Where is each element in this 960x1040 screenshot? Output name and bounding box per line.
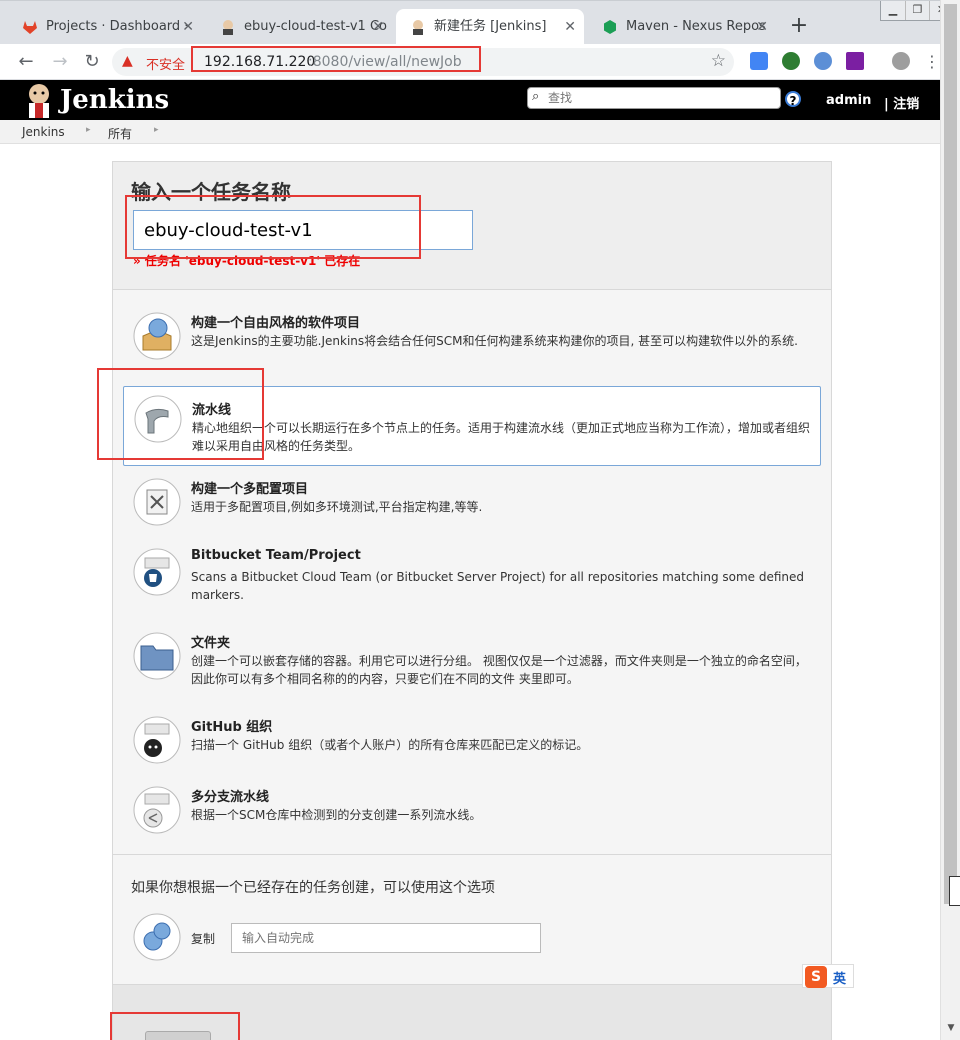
user-link[interactable]: admin [826,93,871,108]
help-icon[interactable]: ? [785,91,801,108]
tab-title: ebuy-cloud-test-v1 Co [244,19,387,34]
chevron-right-icon[interactable]: ▸ [86,125,91,135]
url-path: :8080/view/all/newJob [308,54,462,70]
job-type-freestyle[interactable]: 构建一个自由风格的软件项目 这是Jenkins的主要功能.Jenkins将会结合… [123,312,821,372]
job-type-name: GitHub 组织 [191,720,273,735]
url-host: 192.168.71.220 [204,54,316,70]
browser-toolbar: ← → ↻ ▲ 不安全 192.168.71.220 :8080/view/al… [0,44,960,80]
job-type-desc: 适用于多配置项目,例如多环境测试,平台指定构建,等等. [191,500,483,514]
job-type-desc: 创建一个可以嵌套存储的容器。利用它可以进行分组。 视图仅仅是一个过滤器，而文件夹… [191,654,807,686]
scroll-down-icon[interactable]: ▼ [941,1020,960,1036]
maximize-icon[interactable]: ❐ [905,1,929,20]
profile-avatar[interactable] [892,52,910,70]
scroll-thumb[interactable] [944,4,957,904]
job-type-name: 构建一个多配置项目 [191,482,309,497]
github-icon [133,716,181,764]
job-name-input[interactable] [133,210,473,250]
jenkins-brand[interactable]: Jenkins [60,85,169,115]
job-type-matrix[interactable]: 构建一个多配置项目 适用于多配置项目,例如多环境测试,平台指定构建,等等. [123,478,821,534]
browser-tab-new-job[interactable]: 新建任务 [Jenkins] ✕ [396,9,584,45]
address-bar[interactable]: ▲ 不安全 192.168.71.220 :8080/view/all/newJ… [112,48,734,76]
submit-area [113,984,831,1040]
forward-icon[interactable]: → [48,50,72,74]
jenkins-logo-icon[interactable] [22,82,56,118]
close-icon[interactable]: ✕ [756,9,768,45]
job-type-name: Bitbucket Team/Project [191,548,361,563]
job-type-name: 流水线 [192,403,232,418]
copy-from-input[interactable] [231,923,541,953]
scroll-marker [949,876,960,906]
warning-icon: ▲ [122,53,133,69]
search-icon: ⌕ [532,89,540,104]
tab-title: Projects · Dashboard · [46,19,189,34]
close-icon[interactable]: ✕ [182,9,194,45]
new-job-panel: 输入一个任务名称 » 任务名 'ebuy-cloud-test-v1' 已存在 … [112,161,832,1040]
jenkins-icon [223,20,233,35]
job-type-name: 文件夹 [191,636,231,651]
minimize-icon[interactable]: ▁ [881,1,905,20]
search-input[interactable] [548,90,774,106]
job-type-folder[interactable]: 文件夹 创建一个可以嵌套存储的容器。利用它可以进行分组。 视图仅仅是一个过滤器，… [123,632,821,692]
job-type-desc: 扫描一个 GitHub 组织（或者个人账户）的所有仓库来匹配已定义的标记。 [191,738,589,752]
reload-icon[interactable]: ↻ [80,50,104,74]
bookmark-star-icon[interactable]: ☆ [711,51,726,71]
close-icon[interactable]: ✕ [372,9,384,45]
sogou-icon: S [805,966,827,988]
jenkins-icon [413,20,423,35]
jenkins-search-box[interactable]: ⌕ [527,87,781,109]
job-type-multibranch[interactable]: 多分支流水线 根据一个SCM仓库中检测到的分支创建一系列流水线。 [123,786,821,840]
multi-config-icon [133,478,181,526]
gitlab-icon [23,21,37,34]
browser-tab-bar: Projects · Dashboard · ✕ ebuy-cloud-test… [0,0,960,45]
new-tab-button[interactable]: + [786,13,812,39]
job-name-heading: 输入一个任务名称 [131,180,291,204]
breadcrumb-all[interactable]: 所有 [108,125,132,142]
freestyle-project-icon [133,312,181,360]
pipeline-icon [134,395,182,443]
bitbucket-icon [133,548,181,596]
insecure-label: 不安全 [146,58,186,73]
job-type-desc: Scans a Bitbucket Cloud Team (or Bitbuck… [191,570,805,602]
globe-extension-icon[interactable] [782,52,800,70]
copy-label: 复制 [191,932,216,946]
rp-extension-icon[interactable] [846,52,864,70]
multibranch-pipeline-icon [133,786,181,834]
back-icon[interactable]: ← [14,50,38,74]
extension-icon[interactable] [814,52,832,70]
job-type-name: 构建一个自由风格的软件项目 [191,316,361,331]
copy-title: 如果你想根据一个已经存在的任务创建，可以使用这个选项 [131,880,495,896]
breadcrumb: Jenkins ▸ 所有 ▸ [0,120,940,144]
browser-tab-gitlab[interactable]: Projects · Dashboard · ✕ [8,9,202,45]
job-type-desc: 这是Jenkins的主要功能.Jenkins将会结合任何SCM和任何构建系统来构… [191,334,798,348]
ime-language: 英 [833,972,847,987]
ok-button[interactable] [145,1031,211,1040]
job-type-github-org[interactable]: GitHub 组织 扫描一个 GitHub 组织（或者个人账户）的所有仓库来匹配… [123,716,821,770]
breadcrumb-jenkins[interactable]: Jenkins [22,125,65,139]
vertical-scrollbar[interactable]: ▲ ▼ [940,0,960,1040]
job-name-error: » 任务名 'ebuy-cloud-test-v1' 已存在 [133,254,361,268]
close-icon[interactable]: ✕ [564,9,576,45]
job-type-name: 多分支流水线 [191,790,270,805]
copy-job-icon [133,913,181,961]
job-name-section: 输入一个任务名称 » 任务名 'ebuy-cloud-test-v1' 已存在 [113,162,831,290]
nexus-icon [604,20,616,34]
translate-extension-icon[interactable] [750,52,768,70]
browser-tab-nexus[interactable]: Maven - Nexus Repos ✕ [588,9,776,45]
tab-title: 新建任务 [Jenkins] [434,19,547,34]
browser-tab-jenkins-project[interactable]: ebuy-cloud-test-v1 Co ✕ [206,9,392,45]
tab-title: Maven - Nexus Repos [626,19,766,34]
job-type-pipeline[interactable]: 流水线 精心地组织一个可以长期运行在多个节点上的任务。适用于构建流水线（更加正式… [123,386,821,466]
job-type-desc: 根据一个SCM仓库中检测到的分支创建一系列流水线。 [191,808,482,822]
chevron-right-icon[interactable]: ▸ [154,125,159,135]
folder-icon [133,632,181,680]
ime-indicator[interactable]: S 英 [802,964,854,988]
job-type-bitbucket[interactable]: Bitbucket Team/Project Scans a Bitbucket… [123,548,821,608]
job-type-desc: 精心地组织一个可以长期运行在多个节点上的任务。适用于构建流水线（更加正式地应当称… [192,421,811,453]
copy-from-section: 如果你想根据一个已经存在的任务创建，可以使用这个选项 复制 [113,854,831,984]
logout-link[interactable]: | 注销 [884,93,919,112]
